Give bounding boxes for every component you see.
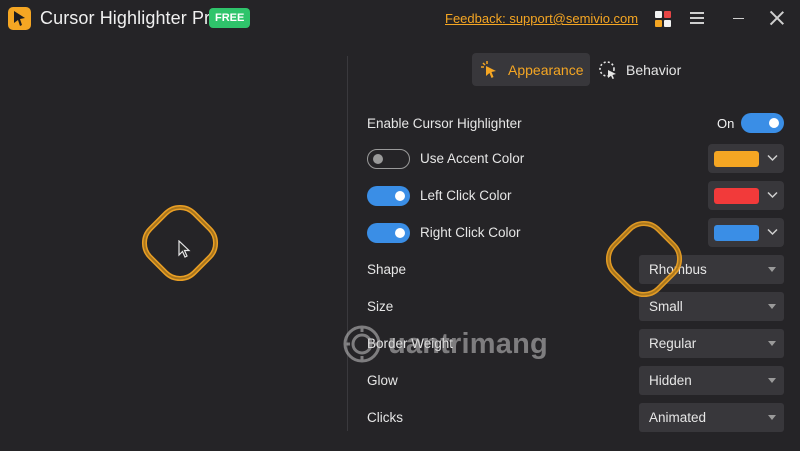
minimize-icon[interactable] [733, 18, 744, 19]
border-weight-select[interactable]: Regular [639, 329, 784, 358]
enable-label: Enable Cursor Highlighter [367, 116, 522, 131]
app-logo-icon [8, 7, 31, 30]
dotted-cursor-icon [599, 60, 616, 79]
mouse-pointer-icon [178, 240, 191, 258]
size-label: Size [367, 299, 394, 314]
feedback-link[interactable]: Feedback: support@semivio.com [445, 11, 638, 26]
watermark-logo-icon [343, 325, 381, 363]
right-click-toggle[interactable] [367, 223, 410, 243]
watermark: uantrimang [342, 324, 548, 364]
accent-color-label: Use Accent Color [420, 151, 525, 166]
accent-color-swatch [714, 151, 759, 167]
tab-behavior-label: Behavior [626, 61, 682, 78]
title-bar: Cursor Highlighter Pro FREE Feedback: su… [0, 0, 800, 38]
enable-toggle[interactable] [741, 113, 784, 133]
caret-down-icon [768, 378, 776, 383]
panel-divider [347, 56, 348, 431]
left-click-color-swatch [714, 188, 759, 204]
glow-select[interactable]: Hidden [639, 366, 784, 395]
free-badge: FREE [209, 8, 251, 28]
left-click-color-picker[interactable] [708, 181, 784, 210]
highlight-overlay-ring [605, 220, 683, 298]
hamburger-menu-icon[interactable] [690, 12, 704, 24]
app-title: Cursor Highlighter Pro [40, 8, 221, 28]
shape-label: Shape [367, 262, 407, 277]
tab-appearance[interactable]: Appearance [472, 53, 590, 86]
clicks-value: Animated [649, 410, 707, 425]
right-click-color-swatch [714, 225, 759, 241]
glow-value: Hidden [649, 373, 692, 388]
clicks-label: Clicks [367, 410, 403, 425]
caret-down-icon [768, 267, 776, 272]
tab-appearance-label: Appearance [508, 61, 584, 78]
close-icon[interactable] [769, 11, 784, 25]
watermark-text: uantrimang [388, 327, 548, 360]
enable-state-text: On [717, 116, 735, 131]
accent-color-toggle[interactable] [367, 149, 410, 169]
caret-down-icon [768, 415, 776, 420]
caret-down-icon [768, 341, 776, 346]
accent-color-picker[interactable] [708, 144, 784, 173]
left-click-label: Left Click Color [420, 188, 512, 203]
apps-grid-icon[interactable] [655, 11, 671, 27]
left-click-toggle[interactable] [367, 186, 410, 206]
chevron-down-icon [767, 191, 778, 199]
border-weight-value: Regular [649, 336, 697, 351]
caret-down-icon [768, 304, 776, 309]
clicks-select[interactable]: Animated [639, 403, 784, 432]
chevron-down-icon [767, 154, 778, 162]
right-click-label: Right Click Color [420, 225, 521, 240]
cursor-click-icon [481, 60, 496, 78]
chevron-down-icon [767, 228, 778, 236]
tab-behavior[interactable]: Behavior [598, 53, 698, 86]
right-click-color-picker[interactable] [708, 218, 784, 247]
glow-label: Glow [367, 373, 398, 388]
